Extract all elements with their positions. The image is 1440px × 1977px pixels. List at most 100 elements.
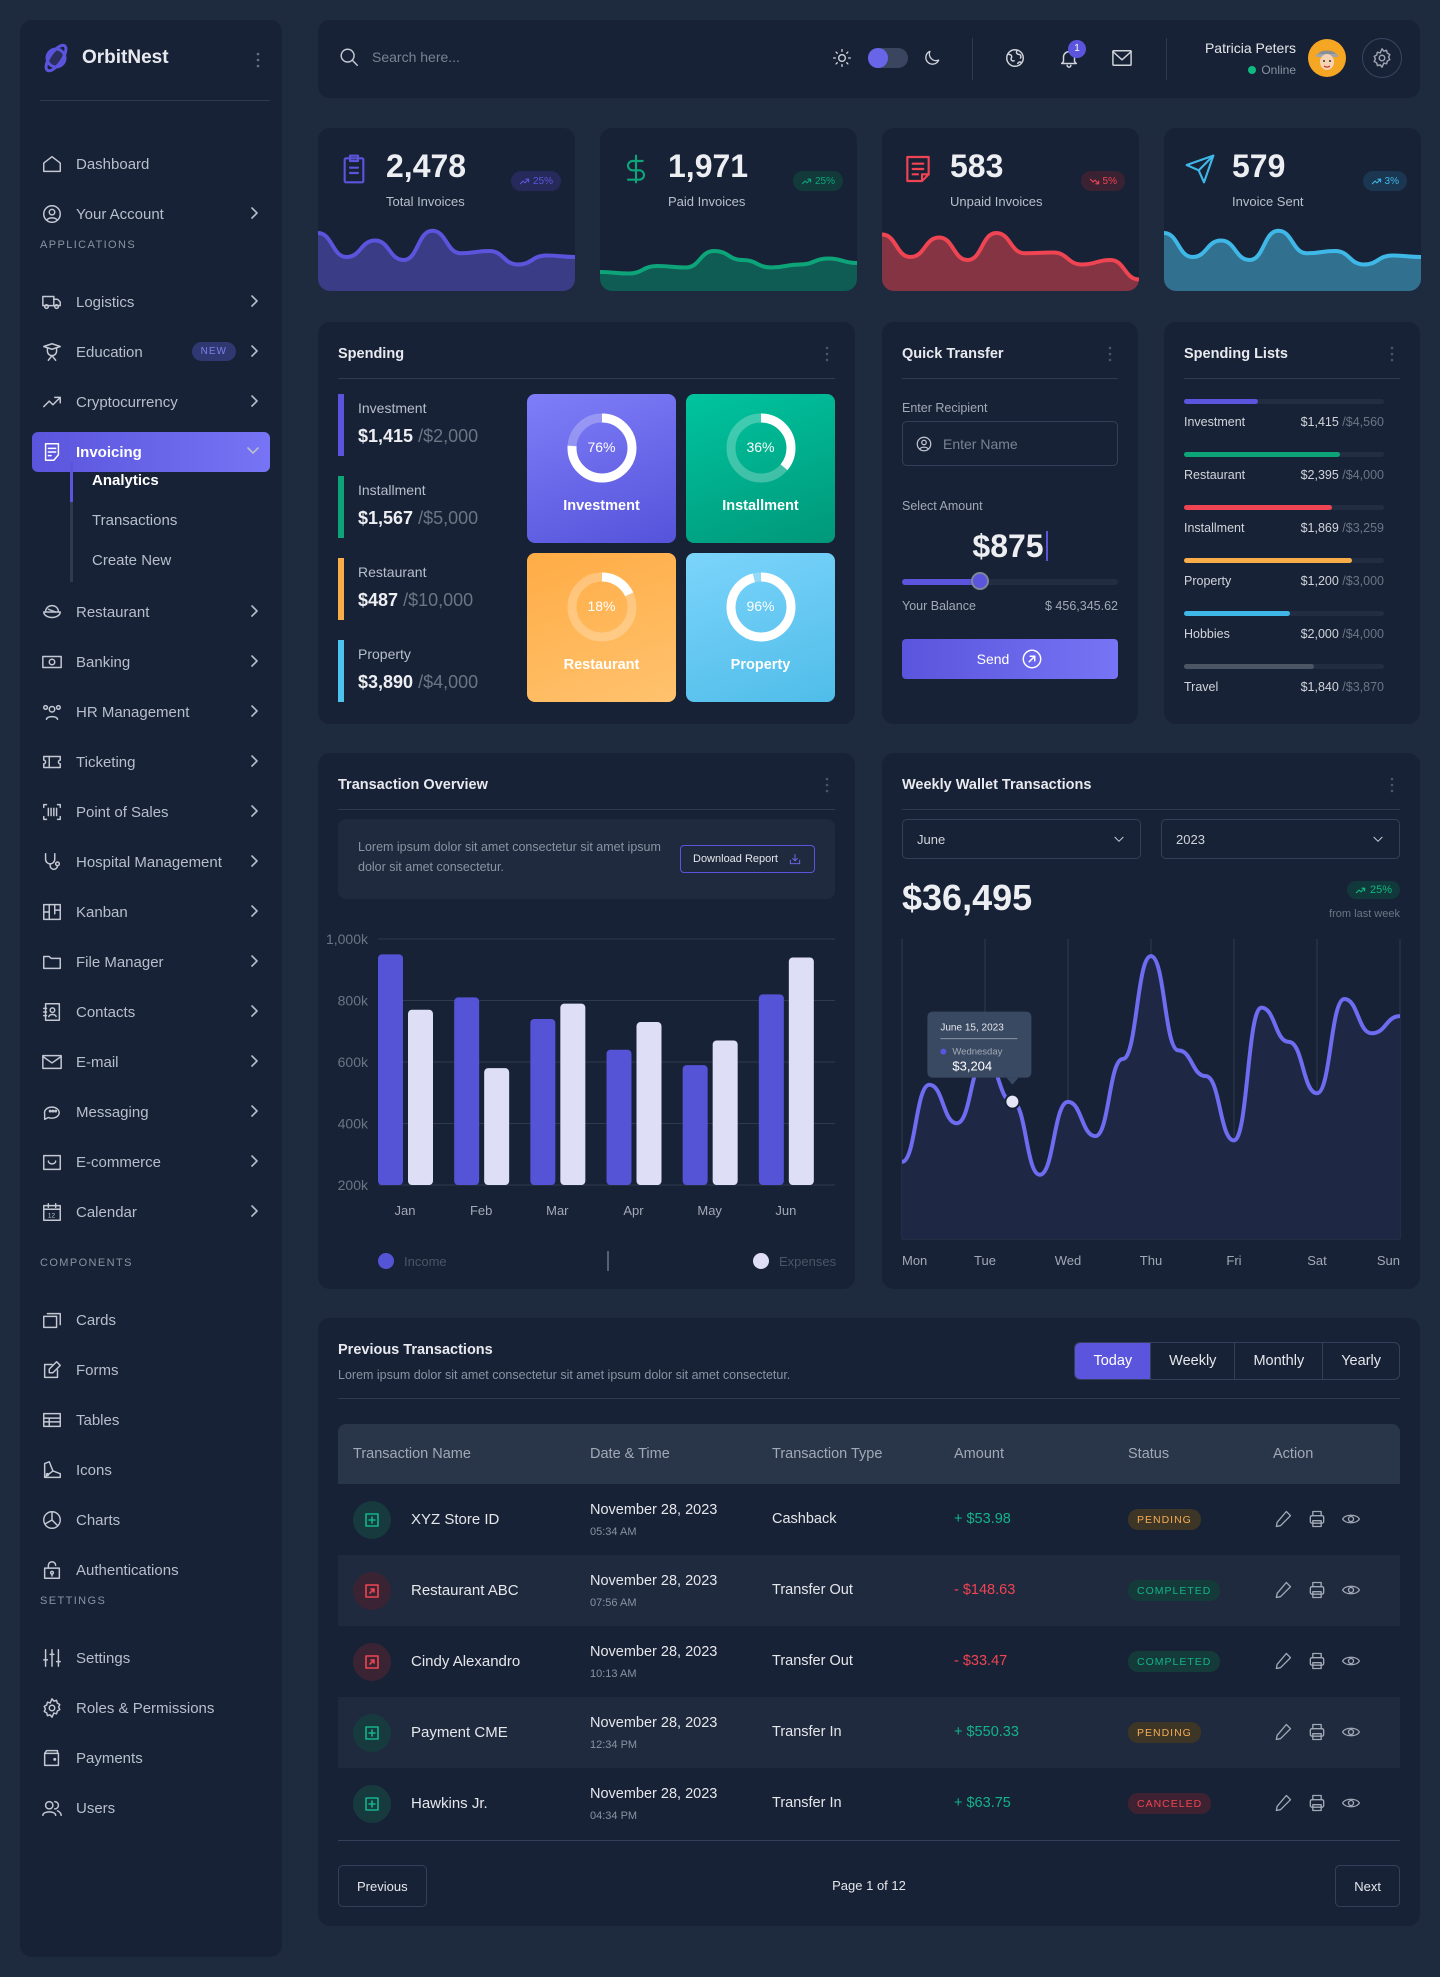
globe-icon[interactable] — [1004, 47, 1026, 69]
sidebar-menu-icon[interactable] — [256, 52, 260, 68]
sidebar-item-forms[interactable]: Forms — [32, 1350, 270, 1390]
more-options-icon[interactable] — [1390, 346, 1394, 362]
table-row[interactable]: Hawkins Jr. November 28, 2023 04:34 PM Tran… — [338, 1768, 1400, 1839]
filter-weekly[interactable]: Weekly — [1150, 1343, 1234, 1379]
edit-pencil-icon[interactable] — [1273, 1651, 1293, 1671]
more-options-icon[interactable] — [825, 777, 829, 793]
search-input[interactable] — [372, 49, 672, 65]
edit-pencil-icon[interactable] — [1273, 1722, 1293, 1742]
sidebar-item-roles-permissions[interactable]: Roles & Permissions — [32, 1688, 270, 1728]
amount-value[interactable]: $875 — [882, 528, 1138, 565]
bar-income-apr — [606, 1049, 632, 1185]
mail-icon[interactable] — [1111, 48, 1133, 68]
sidebar-item-hr-management[interactable]: HR Management — [32, 692, 270, 732]
more-options-icon[interactable] — [1390, 777, 1394, 793]
year-select[interactable]: 2023 — [1161, 819, 1400, 859]
sidebar-item-education[interactable]: Education NEW — [32, 332, 270, 372]
edit-pencil-icon[interactable] — [1273, 1793, 1293, 1813]
print-icon[interactable] — [1307, 1651, 1327, 1671]
sidebar-item-settings[interactable]: Settings — [32, 1638, 270, 1678]
spending-tile-property[interactable]: 96% Property — [686, 553, 835, 702]
slider-thumb[interactable] — [970, 572, 989, 590]
print-icon[interactable] — [1307, 1580, 1327, 1600]
spending-name: Restaurant — [358, 564, 427, 580]
print-icon[interactable] — [1307, 1722, 1327, 1742]
submenu-item-analytics[interactable]: Analytics — [92, 472, 159, 489]
more-options-icon[interactable] — [1108, 346, 1112, 362]
sidebar-item-ticketing[interactable]: Ticketing — [32, 742, 270, 782]
view-eye-icon[interactable] — [1341, 1509, 1361, 1529]
table-row[interactable]: Cindy Alexandro November 28, 2023 10:13 AM… — [338, 1626, 1400, 1697]
stat-card[interactable]: 579 Invoice Sent 3% — [1164, 128, 1421, 291]
moon-icon[interactable] — [922, 48, 942, 68]
sidebar-item-calendar[interactable]: 12 Calendar — [32, 1192, 270, 1232]
stat-card[interactable]: 2,478 Total Invoices 25% — [318, 128, 575, 291]
edit-pencil-icon[interactable] — [1273, 1509, 1293, 1529]
filter-monthly[interactable]: Monthly — [1234, 1343, 1322, 1379]
avatar[interactable] — [1308, 39, 1346, 77]
more-options-icon[interactable] — [825, 346, 829, 362]
user-name[interactable]: Patricia Peters — [1205, 40, 1296, 56]
sidebar-item-cryptocurrency[interactable]: Cryptocurrency — [32, 382, 270, 422]
edit-pencil-icon[interactable] — [1273, 1580, 1293, 1600]
sidebar-item-authentications[interactable]: Authentications — [32, 1550, 270, 1590]
download-report-button[interactable]: Download Report — [680, 845, 815, 873]
sun-icon[interactable] — [832, 48, 852, 68]
theme-toggle[interactable] — [868, 48, 908, 68]
sidebar-item-icons[interactable]: Icons — [32, 1450, 270, 1490]
view-eye-icon[interactable] — [1341, 1722, 1361, 1742]
sidebar-item-e-mail[interactable]: E-mail — [32, 1042, 270, 1082]
item-name: Investment — [1184, 415, 1246, 429]
view-eye-icon[interactable] — [1341, 1580, 1361, 1600]
y-tick-label: 1,000k — [326, 931, 369, 947]
spending-tile-investment[interactable]: 76% Investment — [527, 394, 676, 543]
x-tick-label: Fri — [1226, 1253, 1241, 1268]
filter-yearly[interactable]: Yearly — [1322, 1343, 1399, 1379]
sidebar-item-restaurant[interactable]: Restaurant — [32, 592, 270, 632]
sidebar-item-dashboard[interactable]: Dashboard — [32, 144, 270, 184]
sidebar-item-point-of-sales[interactable]: Point of Sales — [32, 792, 270, 832]
print-icon[interactable] — [1307, 1793, 1327, 1813]
filter-today[interactable]: Today — [1075, 1343, 1151, 1379]
sidebar-item-kanban[interactable]: Kanban — [32, 892, 270, 932]
sidebar-item-charts[interactable]: Charts — [32, 1500, 270, 1540]
sidebar-item-payments[interactable]: Payments — [32, 1738, 270, 1778]
sidebar-item-cards[interactable]: Cards — [32, 1300, 270, 1340]
print-icon[interactable] — [1307, 1509, 1327, 1529]
submenu-item-create-new[interactable]: Create New — [92, 552, 171, 569]
brand-logo[interactable]: OrbitNest — [40, 42, 169, 74]
sidebar-item-e-commerce[interactable]: E-commerce — [32, 1142, 270, 1182]
spending-tile-installment[interactable]: 36% Installment — [686, 394, 835, 543]
tooltip-swatch — [940, 1048, 947, 1055]
sidebar-item-contacts[interactable]: Contacts — [32, 992, 270, 1032]
recipient-input[interactable] — [943, 435, 1093, 452]
column-header: Transaction Name — [353, 1446, 471, 1462]
settings-button[interactable] — [1362, 38, 1402, 78]
view-eye-icon[interactable] — [1341, 1793, 1361, 1813]
percent-label: 18% — [587, 598, 616, 614]
view-eye-icon[interactable] — [1341, 1651, 1361, 1671]
table-row[interactable]: Payment CME November 28, 2023 12:34 PM Tran… — [338, 1697, 1400, 1768]
recipient-field[interactable] — [902, 421, 1118, 466]
sidebar-item-hospital-management[interactable]: Hospital Management — [32, 842, 270, 882]
sidebar-item-invoicing[interactable]: Invoicing — [32, 432, 270, 472]
sidebar-item-tables[interactable]: Tables — [32, 1400, 270, 1440]
sidebar-item-messaging[interactable]: Messaging — [32, 1092, 270, 1132]
sidebar-item-logistics[interactable]: Logistics — [32, 282, 270, 322]
chevron-right-icon — [248, 1004, 260, 1018]
sidebar-item-banking[interactable]: Banking — [32, 642, 270, 682]
submenu-item-transactions[interactable]: Transactions — [92, 512, 177, 529]
svg-text:12: 12 — [48, 1213, 56, 1220]
table-row[interactable]: XYZ Store ID November 28, 2023 05:34 AM Cas… — [338, 1484, 1400, 1555]
spending-tile-restaurant[interactable]: 18% Restaurant — [527, 553, 676, 702]
next-page-button[interactable]: Next — [1335, 1865, 1400, 1907]
sidebar-item-your-account[interactable]: Your Account — [32, 194, 270, 234]
send-button[interactable]: Send — [902, 639, 1118, 679]
sidebar-item-users[interactable]: Users — [32, 1788, 270, 1828]
sidebar-item-file-manager[interactable]: File Manager — [32, 942, 270, 982]
amount-slider[interactable] — [902, 572, 1118, 590]
table-row[interactable]: Restaurant ABC November 28, 2023 07:56 AM T… — [338, 1555, 1400, 1626]
stat-card[interactable]: 583 Unpaid Invoices 5% — [882, 128, 1139, 291]
stat-card[interactable]: 1,971 Paid Invoices 25% — [600, 128, 857, 291]
month-select[interactable]: June — [902, 819, 1141, 859]
